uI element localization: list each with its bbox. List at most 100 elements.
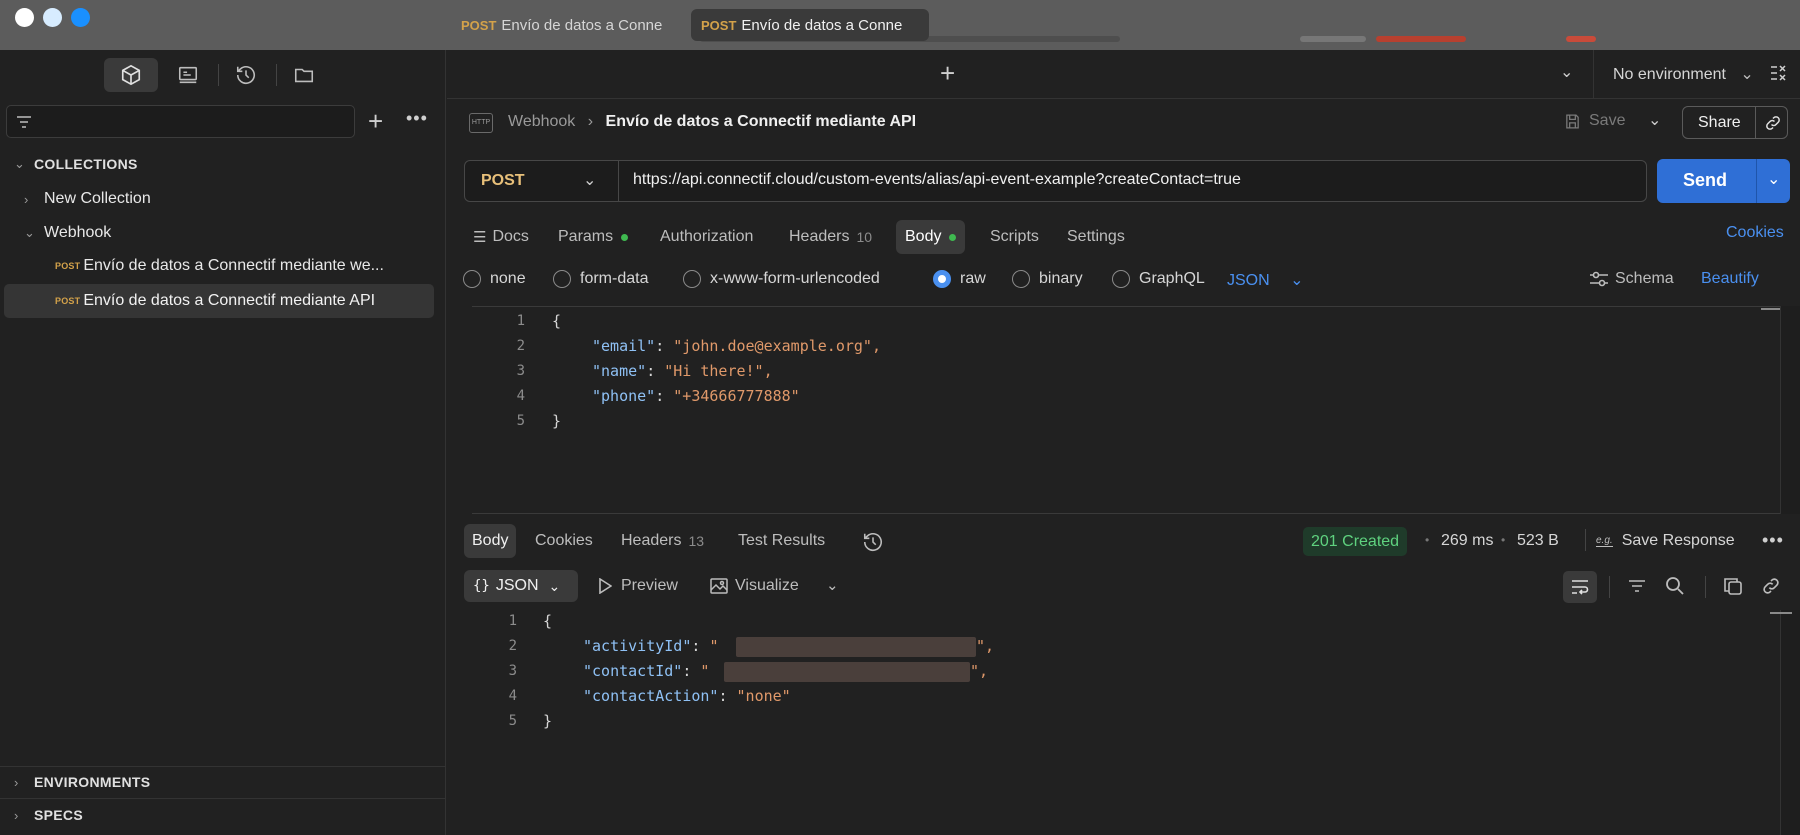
chevron-down-icon: ⌄ — [1740, 66, 1754, 83]
section-title: ENVIRONMENTS — [34, 774, 151, 790]
play-icon — [599, 578, 612, 594]
sidebar-section-collections[interactable]: ⌄ COLLECTIONS — [14, 156, 138, 172]
send-button[interactable]: Send — [1683, 170, 1727, 191]
response-size[interactable]: 523 B — [1517, 532, 1559, 550]
copy-icon[interactable] — [1724, 577, 1742, 595]
page-title: Envío de datos a Connectif mediante API — [605, 113, 917, 130]
more-options-icon[interactable]: ••• — [406, 108, 428, 129]
tabs-overflow-chevron-icon[interactable]: ⌄ — [1560, 62, 1573, 82]
tree-item-webhook[interactable]: ⌄ Webhook — [24, 224, 111, 242]
schema-button[interactable]: Schema — [1589, 270, 1674, 288]
environment-quick-look-icon[interactable] — [1770, 64, 1786, 87]
tab-authorization[interactable]: Authorization — [651, 220, 762, 254]
breadcrumb-parent[interactable]: Webhook — [508, 113, 575, 130]
divider — [276, 64, 277, 86]
radio-graphql[interactable]: GraphQL — [1112, 270, 1205, 288]
link-icon[interactable] — [1761, 576, 1781, 596]
response-history-icon[interactable] — [862, 531, 884, 558]
save-button[interactable]: Save — [1564, 112, 1625, 130]
minimize-window-button[interactable] — [43, 8, 62, 27]
add-collection-button[interactable]: + — [368, 108, 383, 134]
filter-icon[interactable] — [1628, 579, 1646, 593]
format-label: JSON — [495, 577, 539, 594]
more-options-icon[interactable]: ••• — [1762, 530, 1784, 551]
response-scrollbar[interactable] — [1770, 612, 1792, 614]
response-tab-body[interactable]: Body — [464, 524, 517, 558]
status-badge[interactable]: 201 Created — [1303, 527, 1408, 556]
editor-scroll-track[interactable] — [1780, 306, 1800, 514]
tab-scripts[interactable]: Scripts — [981, 220, 1048, 254]
response-tab-cookies[interactable]: Cookies — [527, 524, 601, 558]
visualize-chevron-icon[interactable]: ⌄ — [826, 576, 839, 594]
divider — [1609, 576, 1610, 598]
sidebar-section-environments[interactable]: › ENVIRONMENTS — [14, 774, 150, 790]
new-tab-button[interactable]: + — [940, 58, 955, 89]
share-button[interactable]: Share — [1698, 114, 1741, 132]
preview-button[interactable]: Preview — [598, 577, 678, 595]
send-options-chevron-icon[interactable]: ⌄ — [1767, 169, 1780, 189]
tree-item-request[interactable]: POST Envío de datos a Connectif mediante… — [55, 257, 384, 275]
beautify-button[interactable]: Beautify — [1701, 270, 1759, 288]
radio-none[interactable]: none — [463, 270, 526, 288]
maximize-window-button[interactable] — [71, 8, 90, 27]
tree-item-new-collection[interactable]: › New Collection — [24, 190, 151, 208]
request-tabs-bar — [447, 50, 1800, 99]
save-options-chevron-icon[interactable]: ⌄ — [1648, 110, 1661, 130]
method-selector[interactable]: POST ⌄ — [465, 161, 618, 201]
send-button-group: Send ⌄ — [1657, 159, 1790, 203]
save-response-button[interactable]: e.g. Save Response — [1596, 532, 1735, 550]
radio-urlencoded[interactable]: x-www-form-urlencoded — [683, 270, 880, 288]
url-input[interactable]: https://api.connectif.cloud/custom-event… — [633, 171, 1241, 189]
titlebar-avatar[interactable] — [1566, 36, 1596, 42]
visualize-label: Visualize — [735, 577, 799, 594]
radio-binary[interactable]: binary — [1012, 270, 1083, 288]
folder-icon[interactable] — [284, 58, 324, 92]
headers-count: 10 — [856, 229, 873, 245]
close-window-button[interactable] — [15, 8, 34, 27]
json-key: "email" — [592, 337, 656, 355]
json-value: "none" — [736, 687, 791, 705]
json-key: "contactAction" — [583, 687, 719, 705]
tab-headers[interactable]: Headers 10 — [780, 220, 881, 254]
search-icon[interactable] — [1665, 576, 1685, 596]
tab-params[interactable]: Params — [549, 220, 637, 254]
chevron-down-icon: ⌄ — [24, 225, 35, 240]
save-response-label: Save Response — [1621, 532, 1735, 549]
editor-scrollbar[interactable] — [1761, 308, 1780, 310]
link-icon[interactable] — [1764, 114, 1782, 132]
request-tab-active[interactable]: POST Envío de datos a Conne — [691, 9, 929, 41]
share-group: Share — [1682, 106, 1788, 139]
tab-body[interactable]: Body — [896, 220, 966, 254]
radio-raw[interactable]: raw — [933, 270, 986, 288]
request-tab[interactable]: POST Envío de datos a Conne — [451, 9, 679, 41]
radio-form-data[interactable]: form-data — [553, 270, 648, 288]
cookies-link[interactable]: Cookies — [1726, 224, 1784, 242]
visualize-button[interactable]: Visualize — [710, 577, 799, 595]
sidebar-section-specs[interactable]: › SPECS — [14, 807, 83, 823]
wrap-lines-button[interactable] — [1563, 571, 1597, 603]
radio-label: binary — [1039, 270, 1083, 287]
save-label: Save — [1589, 112, 1626, 129]
response-scroll-track[interactable] — [1780, 610, 1800, 835]
line-number: 4 — [508, 688, 517, 704]
json-value: " — [709, 637, 719, 655]
titlebar-upgrade-button[interactable] — [1376, 36, 1466, 42]
line-number: 3 — [516, 363, 525, 379]
tree-item-request-active[interactable]: POST Envío de datos a Connectif mediante… — [55, 292, 375, 310]
apis-icon[interactable] — [168, 58, 208, 92]
tab-settings[interactable]: Settings — [1058, 220, 1134, 254]
titlebar-button[interactable] — [1300, 36, 1366, 42]
divider — [1705, 576, 1706, 598]
response-format-selector[interactable]: {} JSON ⌄ — [464, 570, 578, 602]
history-icon[interactable] — [226, 58, 266, 92]
environment-selector[interactable]: No environment ⌄ — [1613, 64, 1754, 84]
body-format-selector[interactable]: JSON ⌄ — [1227, 270, 1304, 290]
sidebar-filter-input[interactable] — [6, 105, 355, 138]
response-time[interactable]: 269 ms — [1441, 532, 1493, 550]
tab-docs[interactable]: ☰ Docs — [464, 220, 538, 254]
response-tab-headers[interactable]: Headers 13 — [613, 524, 712, 558]
line-number: 1 — [516, 313, 525, 329]
response-tab-test-results[interactable]: Test Results — [730, 524, 833, 558]
collections-icon[interactable] — [104, 58, 158, 92]
radio-circle — [1112, 270, 1130, 288]
